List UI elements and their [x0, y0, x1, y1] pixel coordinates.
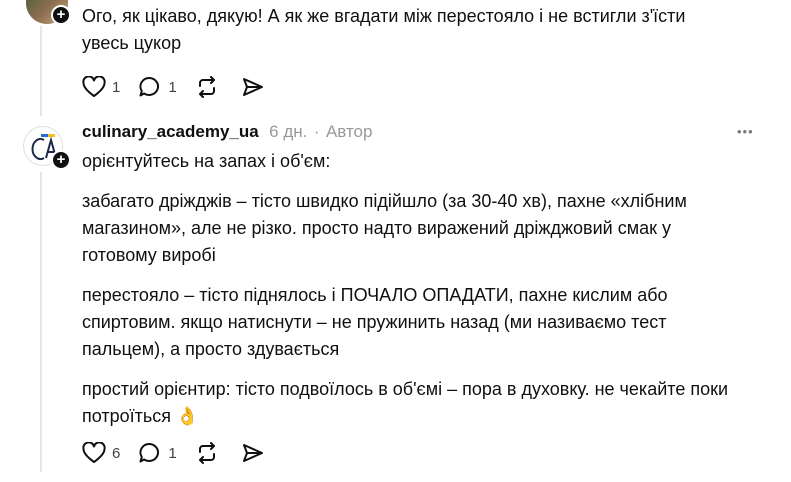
share-button[interactable]	[241, 76, 265, 98]
reply-button[interactable]: 1	[138, 442, 177, 464]
repost-button[interactable]	[195, 76, 219, 98]
thread-line-author	[40, 172, 42, 472]
repost-button[interactable]	[195, 442, 219, 464]
follow-plus-icon[interactable]: +	[51, 150, 71, 170]
like-button[interactable]: 6	[82, 442, 120, 464]
more-options-button[interactable]: •••	[737, 120, 754, 144]
comment-line: простий орієнтир: тісто подвоїлось в об'…	[82, 379, 729, 399]
comment-body-author: орієнтуйтесь на запах і об'єм: забагато …	[82, 148, 782, 430]
paragraph: забагато дріжджів – тісто швидко підійшл…	[82, 188, 782, 269]
reply-count: 1	[168, 444, 177, 462]
comment-icon	[138, 76, 162, 98]
comment-line: забагато дріжджів – тісто швидко підійшл…	[82, 191, 687, 211]
comment-line: магазином», але не різко. просто надто в…	[82, 218, 671, 238]
send-icon	[241, 442, 265, 464]
repost-icon	[195, 442, 219, 464]
comment-line: орієнтуйтесь на запах і об'єм:	[82, 151, 331, 171]
thread-line-top	[40, 26, 42, 116]
comment-line: потроїться 👌	[82, 406, 199, 426]
comment-line: готовому виробі	[82, 245, 216, 265]
comment-line: увесь цукор	[82, 33, 182, 53]
paragraph: простий орієнтир: тісто подвоїлось в об'…	[82, 376, 782, 430]
reply-button[interactable]: 1	[138, 76, 177, 98]
comment-icon	[138, 442, 162, 464]
repost-icon	[195, 76, 219, 98]
like-count: 6	[112, 444, 121, 462]
comment-line: спиртовим. якщо натиснути – не пружинить…	[82, 312, 667, 332]
paragraph: перестояло – тісто піднялось і ПОЧАЛО ОП…	[82, 282, 782, 363]
follow-plus-icon[interactable]: +	[51, 5, 71, 25]
author-badge: Автор	[325, 122, 373, 141]
paragraph: орієнтуйтесь на запах і об'єм:	[82, 148, 782, 175]
more-dots-icon: •••	[737, 124, 754, 139]
timestamp[interactable]: 6 дн.	[269, 122, 307, 141]
like-button[interactable]: 1	[82, 76, 120, 98]
share-button[interactable]	[241, 442, 265, 464]
comment-actions-author: 6 1	[82, 442, 283, 464]
send-icon	[241, 76, 265, 98]
comment-line: пальцем), а просто здувається	[82, 339, 340, 359]
separator-dot: ·	[313, 122, 320, 141]
reply-count: 1	[168, 78, 177, 96]
comment-text-top: Ого, як цікаво, дякую! А як же вгадати м…	[82, 3, 782, 57]
comment-line: Ого, як цікаво, дякую! А як же вгадати м…	[82, 6, 686, 26]
comment-header: culinary_academy_ua 6 дн. · Автор	[82, 120, 372, 144]
heart-icon	[82, 76, 106, 98]
comment-actions-top: 1 1	[82, 76, 283, 98]
heart-icon	[82, 442, 106, 464]
like-count: 1	[112, 78, 121, 96]
username-link[interactable]: culinary_academy_ua	[82, 122, 259, 141]
comment-line: перестояло – тісто піднялось і ПОЧАЛО ОП…	[82, 285, 668, 305]
